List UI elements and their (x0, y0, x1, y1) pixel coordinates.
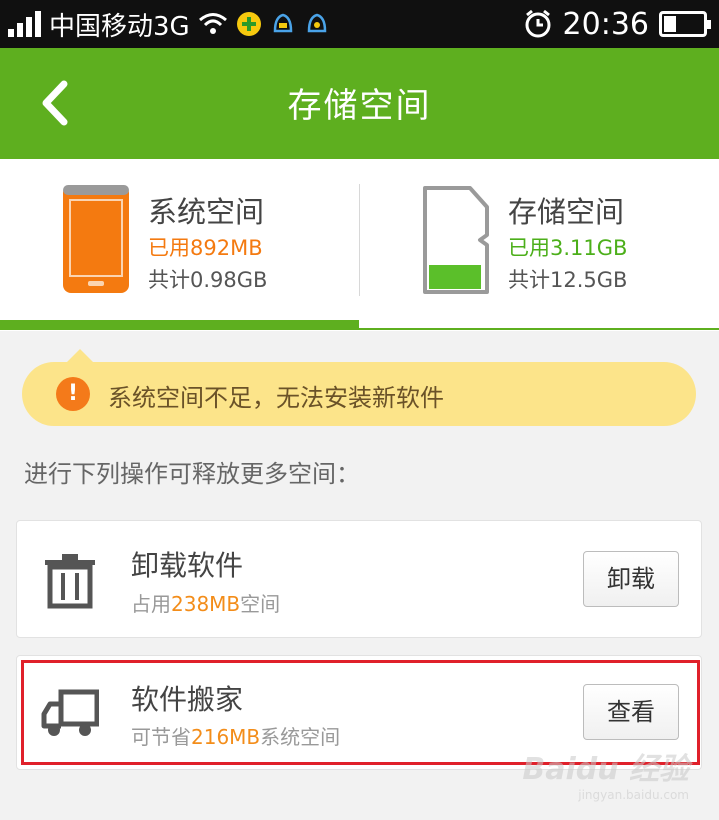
alarm-icon (525, 9, 551, 38)
carrier-label: 中国移动3G (49, 11, 190, 42)
status-right: 20:36 (523, 6, 711, 42)
uninstall-title: 卸载软件 (131, 549, 244, 582)
trash-icon (45, 554, 95, 609)
storage-panel: 系统空间 已用892MB 共计0.98GB 存储空间 已用3.11GB 共计12… (0, 159, 719, 331)
sd-storage-used: 已用3.11GB (508, 236, 628, 260)
qq-bell-icon (273, 13, 292, 33)
uninstall-subtitle: 占用238MB空间 (131, 588, 280, 617)
security-plus-icon (236, 12, 261, 36)
battery-icon (659, 11, 711, 37)
system-storage-name: 系统空间 (148, 195, 265, 229)
warning-pointer (66, 349, 94, 363)
status-left: 中国移动3G (8, 6, 330, 42)
sd-card-icon (423, 186, 489, 294)
wifi-icon (198, 13, 227, 34)
uninstall-sub-prefix: 占用 (131, 592, 171, 616)
move-apps-subtitle: 可节省216MB系统空间 (131, 721, 340, 750)
title-bar: 存储空间 (0, 48, 719, 159)
view-button[interactable]: 查看 (583, 684, 679, 740)
move-apps-size: 216MB (191, 725, 261, 749)
qq-contact-icon (307, 13, 326, 33)
truck-icon (41, 689, 99, 736)
move-apps-title: 软件搬家 (131, 683, 244, 716)
uninstall-sub-suffix: 空间 (240, 592, 281, 616)
warning-text: 系统空间不足，无法安装新软件 (108, 384, 444, 412)
sd-storage-total: 共计12.5GB (508, 268, 628, 292)
tab-sd-storage[interactable]: 存储空间 已用3.11GB 共计12.5GB (360, 159, 719, 331)
sd-storage-name: 存储空间 (508, 195, 625, 229)
exclamation-icon: ! (56, 377, 90, 411)
phone-icon (63, 185, 129, 293)
tab-underline (359, 328, 719, 330)
signal-icon (8, 11, 41, 37)
system-storage-used: 已用892MB (148, 236, 263, 260)
watermark-url: jingyan.baidu.com (578, 788, 689, 802)
page-title: 存储空间 (287, 86, 432, 126)
hint-text: 进行下列操作可释放更多空间： (24, 460, 360, 488)
uninstall-card: 卸载软件 占用238MB空间 卸载 (16, 520, 702, 638)
active-tab-indicator (0, 320, 359, 330)
watermark-logo: Baidu 经验 (522, 752, 689, 787)
status-bar: 中国移动3G 20:36 (0, 0, 719, 48)
clock: 20:36 (562, 6, 649, 42)
uninstall-size: 238MB (171, 592, 241, 616)
tab-system-storage[interactable]: 系统空间 已用892MB 共计0.98GB (0, 159, 359, 331)
uninstall-button[interactable]: 卸载 (583, 551, 679, 607)
system-storage-total: 共计0.98GB (148, 268, 268, 292)
warning-banner: ! 系统空间不足，无法安装新软件 (22, 362, 696, 426)
move-apps-sub-suffix: 系统空间 (260, 725, 341, 749)
move-apps-sub-prefix: 可节省 (131, 725, 191, 749)
watermark: Baidu 经验 jingyan.baidu.com (522, 744, 689, 802)
